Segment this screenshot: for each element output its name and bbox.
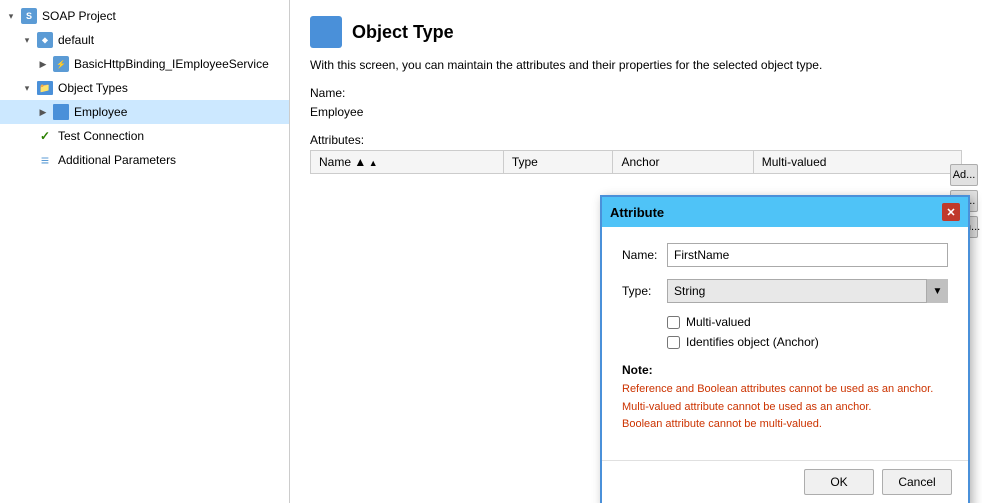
col-type[interactable]: Type bbox=[503, 151, 613, 174]
test-icon: ✓ bbox=[36, 127, 54, 145]
params-icon: ≡ bbox=[36, 151, 54, 169]
sidebar-label-test-connection: Test Connection bbox=[58, 129, 144, 143]
dialog-note: Note: Reference and Boolean attributes c… bbox=[622, 363, 948, 444]
main-description: With this screen, you can maintain the a… bbox=[310, 58, 962, 72]
sidebar-label-object-types: Object Types bbox=[58, 81, 128, 95]
dialog-close-button[interactable]: ✕ bbox=[942, 203, 960, 221]
object-type-icon bbox=[310, 16, 342, 48]
dialog-name-input[interactable] bbox=[667, 243, 948, 267]
dialog-titlebar: Attribute ✕ bbox=[602, 197, 968, 227]
dialog-body: Name: Type: String Integer Boolean Refer… bbox=[602, 227, 968, 460]
soap-icon: S bbox=[20, 7, 38, 25]
expand-arrow-default[interactable]: ▾ bbox=[20, 33, 34, 47]
binding-icon: ⚡ bbox=[52, 55, 70, 73]
main-title: Object Type bbox=[352, 22, 454, 43]
sidebar: ▾SSOAP Project▾◆default▶⚡BasicHttpBindin… bbox=[0, 0, 290, 503]
add-button[interactable]: Ad... bbox=[950, 164, 978, 186]
dialog-footer: OK Cancel bbox=[602, 460, 968, 503]
attributes-section: Attributes: Name ▲ Type Anchor Multi-val… bbox=[310, 133, 962, 174]
note-text: Reference and Boolean attributes cannot … bbox=[622, 381, 948, 434]
main-content: Object Type With this screen, you can ma… bbox=[290, 0, 982, 503]
sidebar-item-additional-params[interactable]: ≡ Additional Parameters bbox=[0, 148, 289, 172]
attributes-table: Name ▲ Type Anchor Multi-valued bbox=[310, 150, 962, 174]
object-type-header: Object Type bbox=[310, 16, 962, 48]
sidebar-item-default[interactable]: ▾◆ default bbox=[0, 28, 289, 52]
multivalued-row: Multi-valued bbox=[667, 315, 948, 329]
expand-arrow-binding[interactable]: ▶ bbox=[36, 57, 50, 71]
dialog-type-field: Type: String Integer Boolean Reference ▼ bbox=[622, 279, 948, 303]
anchor-row: Identifies object (Anchor) bbox=[667, 335, 948, 349]
dialog-name-label: Name: bbox=[622, 248, 667, 262]
sidebar-item-soap-project[interactable]: ▾S SOAP Project bbox=[0, 4, 289, 28]
multivalued-label: Multi-valued bbox=[686, 315, 751, 329]
expand-arrow-test-connection[interactable] bbox=[20, 129, 34, 143]
sidebar-item-test-connection[interactable]: ✓ Test Connection bbox=[0, 124, 289, 148]
attributes-label: Attributes: bbox=[310, 133, 962, 147]
sidebar-label-additional-params: Additional Parameters bbox=[58, 153, 176, 167]
anchor-label: Identifies object (Anchor) bbox=[686, 335, 819, 349]
ok-button[interactable]: OK bbox=[804, 469, 874, 495]
folder-icon: 📁 bbox=[36, 79, 54, 97]
sidebar-label-employee: Employee bbox=[74, 105, 127, 119]
multivalued-checkbox[interactable] bbox=[667, 316, 680, 329]
expand-arrow-additional-params[interactable] bbox=[20, 153, 34, 167]
anchor-checkbox[interactable] bbox=[667, 336, 680, 349]
sidebar-item-binding[interactable]: ▶⚡ BasicHttpBinding_IEmployeeService bbox=[0, 52, 289, 76]
cancel-button[interactable]: Cancel bbox=[882, 469, 952, 495]
col-anchor[interactable]: Anchor bbox=[613, 151, 753, 174]
dialog-type-label: Type: bbox=[622, 284, 667, 298]
dialog-type-select[interactable]: String Integer Boolean Reference bbox=[667, 279, 948, 303]
expand-arrow-employee[interactable]: ▶ bbox=[36, 105, 50, 119]
expand-arrow-object-types[interactable]: ▾ bbox=[20, 81, 34, 95]
dialog-title: Attribute bbox=[610, 205, 664, 220]
dialog-type-select-wrapper: String Integer Boolean Reference ▼ bbox=[667, 279, 948, 303]
dialog-checkboxes: Multi-valued Identifies object (Anchor) bbox=[667, 315, 948, 349]
sidebar-label-binding: BasicHttpBinding_IEmployeeService bbox=[74, 57, 269, 71]
sidebar-item-object-types[interactable]: ▾📁 Object Types bbox=[0, 76, 289, 100]
sidebar-item-employee[interactable]: ▶ Employee bbox=[0, 100, 289, 124]
sidebar-label-default: default bbox=[58, 33, 94, 47]
sidebar-label-soap-project: SOAP Project bbox=[42, 9, 116, 23]
col-name[interactable]: Name ▲ bbox=[311, 151, 504, 174]
col-multivalued[interactable]: Multi-valued bbox=[753, 151, 961, 174]
name-label: Name: bbox=[310, 86, 962, 100]
note-title: Note: bbox=[622, 363, 948, 377]
name-value: Employee bbox=[310, 103, 962, 121]
employee-icon bbox=[52, 103, 70, 121]
expand-arrow-soap-project[interactable]: ▾ bbox=[4, 9, 18, 23]
attribute-dialog: Attribute ✕ Name: Type: String Integer B… bbox=[600, 195, 970, 503]
dialog-name-field: Name: bbox=[622, 243, 948, 267]
default-icon: ◆ bbox=[36, 31, 54, 49]
